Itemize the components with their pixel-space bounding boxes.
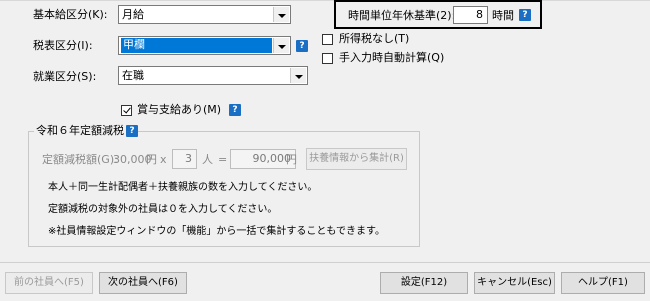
reduction-equals: = [218, 153, 228, 166]
employment-value: 在職 [122, 69, 144, 82]
reduction-yen-1: 円 [146, 153, 157, 166]
tax-table-help-icon[interactable]: ? [296, 40, 308, 52]
prev-employee-button[interactable]: 前の社員へ(F5) [5, 272, 93, 294]
reduction-times: x [160, 153, 167, 166]
bonus-checkbox[interactable] [121, 105, 132, 116]
aggregate-from-dependents-button[interactable]: 扶養情報から集計(R) [306, 148, 407, 170]
hourly-basis-frame: 時間単位年休基準(2): 8 時間 ? [334, 0, 542, 29]
help-button[interactable]: ヘルプ(F1) [561, 272, 645, 294]
tax-reduction-help-icon[interactable]: ? [126, 125, 138, 137]
footer-divider [0, 262, 650, 263]
hourly-basis-help-icon[interactable]: ? [519, 9, 531, 21]
base-pay-label: 基本給区分(K): [33, 8, 108, 21]
manual-auto-calc-label: 手入力時自動計算(Q) [339, 51, 445, 64]
note-2: 定額減税の対象外の社員は０を入力してください。 [48, 204, 278, 215]
top-divider [0, 0, 650, 1]
hourly-basis-unit: 時間 [492, 9, 514, 22]
tax-table-label: 税表区分(I): [33, 39, 93, 52]
persons-unit: 人 [202, 153, 213, 166]
next-employee-button[interactable]: 次の社員へ(F6) [99, 272, 187, 294]
chevron-down-icon [290, 68, 306, 83]
settings-button[interactable]: 設定(F12) [380, 272, 468, 294]
tax-table-value: 甲欄 [121, 38, 272, 53]
hourly-basis-input[interactable]: 8 [453, 6, 488, 24]
chevron-down-icon [273, 38, 289, 53]
tax-reduction-title: 令和６年定額減税 [34, 124, 126, 138]
bonus-label: 賞与支給あり(M) [137, 103, 222, 116]
note-1: 本人＋同一生計配偶者＋扶養親族の数を入力してください。 [48, 182, 318, 193]
manual-auto-calc-checkbox[interactable] [322, 53, 333, 64]
cancel-button[interactable]: キャンセル(Esc) [474, 272, 555, 294]
base-pay-value: 月給 [122, 8, 144, 21]
employment-select[interactable]: 在職 [118, 66, 308, 85]
tax-table-select[interactable]: 甲欄 [118, 36, 291, 55]
reduction-amount-label: 定額減税額(G): [42, 153, 118, 166]
persons-input[interactable]: 3 [172, 149, 197, 169]
reduction-yen-2: 円 [286, 153, 297, 166]
chevron-down-icon [273, 7, 289, 22]
no-income-tax-label: 所得税なし(T) [339, 32, 410, 45]
no-income-tax-checkbox[interactable] [322, 34, 333, 45]
bonus-help-icon[interactable]: ? [229, 104, 241, 116]
hourly-basis-label: 時間単位年休基準(2): [348, 9, 456, 22]
note-3: ※社員情報設定ウィンドウの「機能」から一括で集計することもできます。 [48, 226, 385, 237]
employment-label: 就業区分(S): [33, 70, 97, 83]
base-pay-select[interactable]: 月給 [118, 5, 291, 24]
